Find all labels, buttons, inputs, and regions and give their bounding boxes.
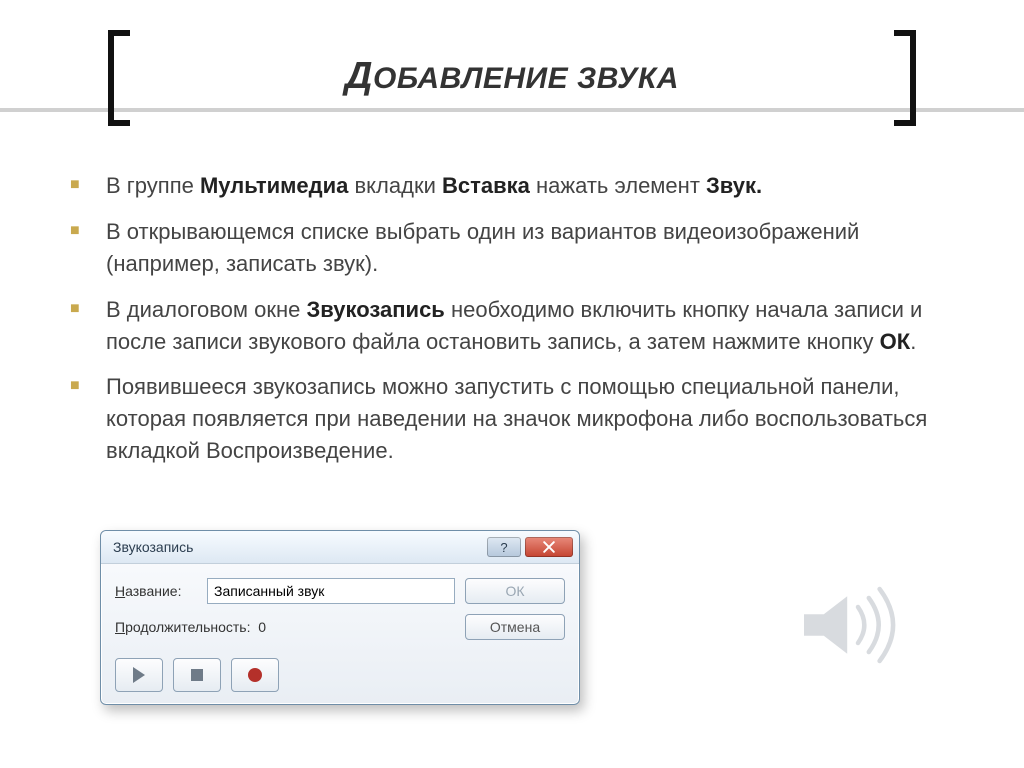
duration-label: Продолжительность: 0 [115,619,285,635]
play-icon [133,667,145,683]
list-item: Появившееся звукозапись можно запустить … [70,371,964,467]
speaker-icon [794,580,904,675]
close-button[interactable] [525,537,573,557]
list-item: В диалоговом окне Звукозапись необходимо… [70,294,964,358]
horizontal-rule [0,108,1024,112]
record-icon [248,668,262,682]
play-button[interactable] [115,658,163,692]
page-title: ДОБАВЛЕНИЕ ЗВУКА [0,55,1024,98]
stop-button[interactable] [173,658,221,692]
list-item: В открывающемся списке выбрать один из в… [70,216,964,280]
cancel-button[interactable]: Отмена [465,614,565,640]
name-label: Название: [115,583,197,599]
duration-value: 0 [258,619,266,635]
bullet-list: В группе Мультимедиа вкладки Вставка наж… [70,170,964,481]
title-initial: Д [345,55,373,97]
dialog-titlebar[interactable]: Звукозапись ? [101,531,579,564]
title-rest: ОБАВЛЕНИЕ ЗВУКА [373,62,679,95]
ok-button[interactable]: ОК [465,578,565,604]
record-button[interactable] [231,658,279,692]
close-icon [543,541,555,553]
sound-record-dialog: Звукозапись ? Название: ОК Продолжительн… [100,530,580,705]
dialog-title: Звукозапись [113,539,193,555]
help-button[interactable]: ? [487,537,521,557]
list-item: В группе Мультимедиа вкладки Вставка наж… [70,170,964,202]
name-input[interactable] [207,578,455,604]
stop-icon [191,669,203,681]
